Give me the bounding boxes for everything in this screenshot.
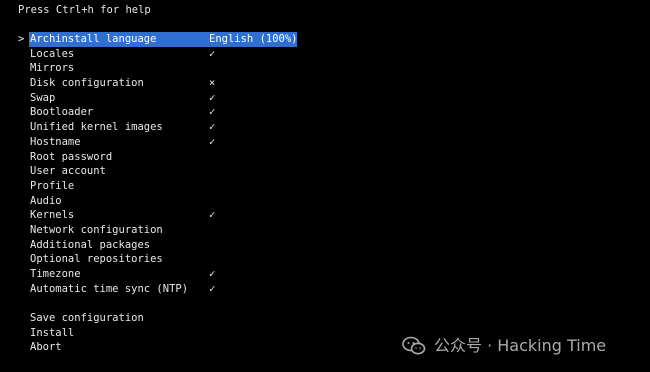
menu-action-install[interactable]: Install xyxy=(18,326,318,341)
menu-item-label: Network configuration xyxy=(30,223,163,236)
menu-item-timezone[interactable]: Timezone ✓ xyxy=(18,267,318,282)
menu-item-label: Hostname xyxy=(30,135,81,148)
menu-action-label: Install xyxy=(30,326,75,339)
installer-menu: > Archinstall language English (100%) Lo… xyxy=(18,32,318,355)
menu-action-abort[interactable]: Abort xyxy=(18,340,318,355)
status-check-icon: ✓ xyxy=(209,121,216,134)
menu-item-label: Additional packages xyxy=(30,238,151,251)
status-check-icon: ✓ xyxy=(209,268,216,280)
menu-item-label: Archinstall language xyxy=(30,33,157,45)
menu-item-network-configuration[interactable]: Network configuration xyxy=(18,223,318,238)
menu-item-label: Audio xyxy=(30,194,62,207)
menu-action-label: Abort xyxy=(30,341,62,354)
menu-item-swap[interactable]: Swap ✓ xyxy=(18,91,318,106)
selection-cursor: > xyxy=(18,33,25,45)
menu-item-additional-packages[interactable]: Additional packages xyxy=(18,238,318,253)
menu-item-label: Kernels xyxy=(30,209,75,222)
menu-item-label: User account xyxy=(30,165,106,178)
menu-action-save-configuration[interactable]: Save configuration xyxy=(18,311,318,326)
menu-item-unified-kernel-images[interactable]: Unified kernel images ✓ xyxy=(18,120,318,135)
status-cross-icon: × xyxy=(209,77,216,90)
menu-item-label: Unified kernel images xyxy=(30,121,163,134)
watermark-text: 公众号 · Hacking Time xyxy=(434,335,607,355)
menu-item-automatic-time-sync[interactable]: Automatic time sync (NTP) ✓ xyxy=(18,282,318,297)
menu-item-archinstall-language[interactable]: > Archinstall language English (100%) xyxy=(18,32,318,47)
menu-item-label: Profile xyxy=(30,179,75,192)
status-check-icon: ✓ xyxy=(209,282,216,295)
menu-item-audio[interactable]: Audio xyxy=(18,194,318,209)
status-check-icon: ✓ xyxy=(209,135,216,148)
menu-item-optional-repositories[interactable]: Optional repositories xyxy=(18,252,318,267)
menu-item-label: Bootloader xyxy=(30,106,94,119)
menu-item-profile[interactable]: Profile xyxy=(18,179,318,194)
menu-item-label: Disk configuration xyxy=(30,77,144,90)
menu-item-locales[interactable]: Locales ✓ xyxy=(18,47,318,62)
menu-action-label: Save configuration xyxy=(30,312,144,325)
menu-item-label: Root password xyxy=(30,150,113,163)
menu-item-label: Locales xyxy=(30,47,75,60)
menu-item-label: Optional repositories xyxy=(30,253,163,266)
menu-spacer xyxy=(18,296,318,311)
status-check-icon: ✓ xyxy=(209,91,216,104)
menu-item-kernels[interactable]: Kernels ✓ xyxy=(18,208,318,223)
status-check-icon: ✓ xyxy=(209,209,216,222)
menu-item-hostname[interactable]: Hostname ✓ xyxy=(18,135,318,150)
terminal-window: Press Ctrl+h for help > Archinstall lang… xyxy=(0,0,650,372)
menu-item-value: English (100%) xyxy=(209,33,298,45)
menu-item-root-password[interactable]: Root password xyxy=(18,150,318,165)
menu-item-bootloader[interactable]: Bootloader ✓ xyxy=(18,105,318,120)
status-check-icon: ✓ xyxy=(209,106,216,119)
status-check-icon: ✓ xyxy=(209,47,216,60)
menu-item-mirrors[interactable]: Mirrors xyxy=(18,61,318,76)
watermark: 公众号 · Hacking Time xyxy=(402,335,606,357)
menu-item-label: Swap xyxy=(30,91,56,104)
menu-item-disk-configuration[interactable]: Disk configuration × xyxy=(18,76,318,91)
menu-item-label: Automatic time sync (NTP) xyxy=(30,282,189,295)
menu-item-label: Timezone xyxy=(30,268,81,280)
help-hint: Press Ctrl+h for help xyxy=(18,4,151,16)
menu-item-user-account[interactable]: User account xyxy=(18,164,318,179)
menu-item-label: Mirrors xyxy=(30,62,75,75)
wechat-icon xyxy=(402,336,426,355)
